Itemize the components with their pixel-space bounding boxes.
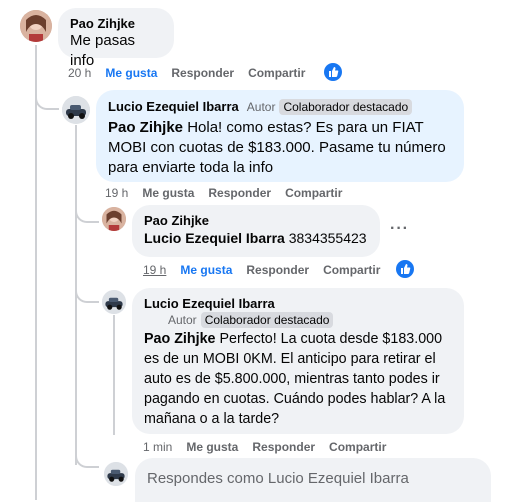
reply-button[interactable]: Responder (252, 440, 315, 454)
author-label: Autor (168, 313, 197, 327)
comment-actions: 19 h Me gusta Responder Compartir (143, 263, 394, 277)
comment-text: Me pasas info (70, 32, 136, 69)
avatar[interactable] (62, 96, 90, 124)
comment-text: Pao Zihjke Perfecto! La cuota desde $183… (144, 331, 446, 427)
comment-bubble: Lucio Ezequiel Ibarra Autor Colaborador de… (96, 90, 464, 182)
comment-author[interactable]: Pao Zihjke (70, 16, 162, 31)
more-dots-icon[interactable]: ··· (390, 220, 409, 238)
avatar[interactable] (20, 10, 52, 42)
comment-time[interactable]: 20 h (68, 66, 91, 80)
mention-link[interactable]: Pao Zihjke (108, 119, 183, 136)
status-badge: Colaborador destacado (279, 99, 413, 115)
thread-connector (75, 450, 99, 468)
author-label: Autor (246, 100, 276, 114)
like-button[interactable]: Me gusta (186, 440, 238, 454)
reply-input[interactable]: Respondes como Lucio Ezequiel Ibarra (135, 458, 491, 502)
share-button[interactable]: Compartir (248, 66, 305, 80)
comment-bubble: Pao Zihjke Me pasas info (58, 8, 174, 69)
thread-line-main (35, 45, 37, 500)
status-badge: Colaborador destacado (200, 312, 334, 328)
mention-link[interactable]: Lucio Ezequiel Ibarra (144, 230, 285, 246)
comment-text: Lucio Ezequiel Ibarra 3834355423 (144, 230, 367, 246)
comment-time[interactable]: 19 h (143, 263, 166, 277)
comment-author[interactable]: Lucio Ezequiel Ibarra (144, 296, 452, 311)
like-button[interactable]: Me gusta (105, 66, 157, 80)
comment-actions: 20 h Me gusta Responder Compartir (68, 66, 319, 80)
thread-connector (35, 92, 59, 110)
thumbs-up-icon[interactable] (396, 260, 414, 278)
thread-connector (75, 285, 99, 303)
reply-button[interactable]: Responder (171, 66, 234, 80)
mention-link[interactable]: Pao Zihjke (144, 331, 216, 347)
comment-time[interactable]: 19 h (105, 186, 128, 200)
avatar[interactable] (104, 462, 128, 486)
thumbs-up-icon[interactable] (324, 63, 342, 81)
reply-button[interactable]: Responder (246, 263, 309, 277)
comment-bubble: Pao Zihjke Lucio Ezequiel Ibarra 3834355… (132, 205, 380, 257)
reply-input-placeholder: Respondes como Lucio Ezequiel Ibarra (147, 470, 409, 487)
comment-bubble: Lucio Ezequiel Ibarra Autor Colaborador d… (132, 288, 464, 434)
like-button[interactable]: Me gusta (142, 186, 194, 200)
share-button[interactable]: Compartir (323, 263, 380, 277)
avatar[interactable] (102, 207, 126, 231)
reply-button[interactable]: Responder (208, 186, 271, 200)
avatar[interactable] (102, 290, 126, 314)
share-button[interactable]: Compartir (285, 186, 342, 200)
comment-author[interactable]: Lucio Ezequiel Ibarra (108, 99, 239, 114)
comment-actions: 19 h Me gusta Responder Compartir (105, 186, 356, 200)
comment-author[interactable]: Pao Zihjke (144, 213, 368, 228)
thread-connector (75, 205, 99, 223)
comment-text: Pao Zihjke Hola! como estas? Es para un … (108, 119, 446, 176)
thread-line-inner (113, 315, 115, 435)
comment-time[interactable]: 1 min (143, 440, 172, 454)
comment-actions: 1 min Me gusta Responder Compartir (143, 440, 400, 454)
like-button[interactable]: Me gusta (180, 263, 232, 277)
share-button[interactable]: Compartir (329, 440, 386, 454)
